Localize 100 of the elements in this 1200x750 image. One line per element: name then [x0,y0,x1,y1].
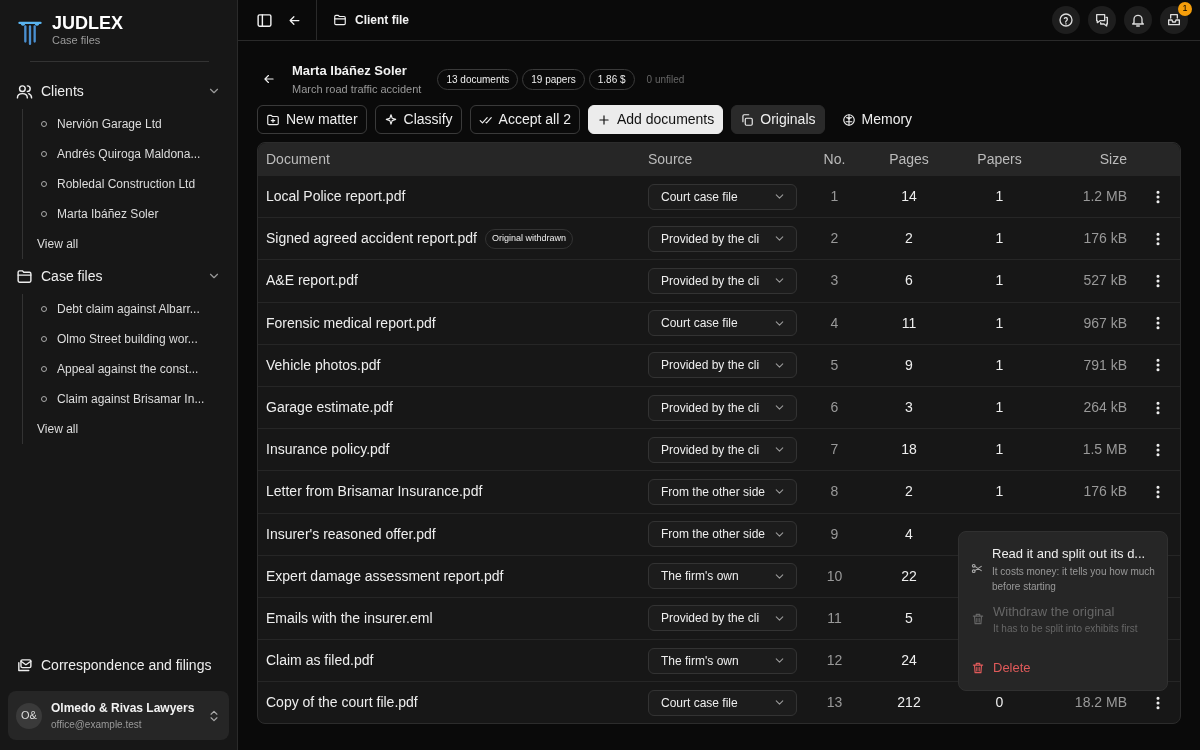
document-name[interactable]: Insurance policy.pdf [266,439,390,461]
document-name[interactable]: Forensic medical report.pdf [266,312,436,334]
table-cell: 22 [864,554,954,597]
chat-icon [1094,12,1110,28]
menu-item[interactable]: Delete [963,654,1163,682]
document-name[interactable]: Copy of the court file.pdf [266,692,418,714]
view-all-link[interactable]: View all [33,228,229,259]
trash-icon [971,611,985,626]
document-name[interactable]: Local Police report.pdf [266,186,406,208]
sidebar-item[interactable]: Marta Ibáñez Soler [33,198,229,229]
source-dropdown[interactable]: Provided by the cli [648,352,797,379]
column-header: Source [640,143,805,175]
sparkle-icon [383,112,398,127]
document-name[interactable]: Letter from Brisamar Insurance.pdf [266,481,483,503]
document-name[interactable]: Insurer's reasoned offer.pdf [266,523,436,545]
document-name[interactable]: Signed agreed accident report.pdf [266,228,477,250]
sidebar-item[interactable]: Nervión Garage Ltd [33,108,229,139]
table-cell: 11 [864,301,954,344]
brand-title: JUDLEX [52,14,123,32]
table-cell: 1 [954,301,1045,344]
source-dropdown[interactable]: Provided by the cli [648,267,797,294]
table-cell: 9 [805,512,864,555]
sidebar-item[interactable]: Olmo Street building wor... [33,323,229,354]
sidebar-item[interactable]: Claim against Brisamar In... [33,383,229,414]
table-cell: 6 [805,385,864,429]
unfiled-count: 0 unfiled [646,72,685,87]
folder-plus-icon [266,112,280,127]
toolbar-button[interactable]: Memory [832,105,922,134]
source-dropdown[interactable]: The firm's own [648,563,797,590]
table-cell: 1 [954,259,1045,302]
help-icon [1058,12,1074,28]
notifications-button[interactable] [1124,6,1152,34]
table-cell: 264 kB [1045,385,1135,429]
inbox-icon [1166,12,1182,28]
menu-item[interactable]: Read it and split out its d... It costs money: it tells you how much before starting [963,540,1163,598]
chat-button[interactable] [1088,6,1116,34]
document-name[interactable]: Emails with the insurer.eml [266,607,433,629]
source-dropdown[interactable]: Provided by the cli [648,605,797,632]
source-dropdown[interactable]: The firm's own [648,647,797,674]
document-name[interactable]: Garage estimate.pdf [266,397,393,419]
source-dropdown[interactable]: Provided by the cli [648,436,797,463]
column-header: Pages [864,143,954,175]
sidebar-toggle-icon[interactable] [256,11,273,29]
notifications-icon [1130,12,1146,28]
table-cell: 4 [805,301,864,344]
section-header[interactable]: Clients [8,73,229,109]
table-cell: 11 [805,596,864,640]
sidebar-link[interactable]: Correspondence and filings [8,648,229,683]
table-cell: 3 [805,259,864,302]
table-cell: 1.2 MB [1045,175,1135,218]
table-cell: 176 kB [1045,217,1135,260]
avatar: O& [16,702,42,729]
sidebar-item[interactable]: Robledal Construction Ltd [33,168,229,199]
matter-subtitle: March road traffic accident [292,81,422,97]
table-cell: 1 [805,175,864,218]
view-all-link[interactable]: View all [33,413,229,444]
menu-item: Withdraw the original It has to be split into exhibits first [963,597,1163,640]
source-dropdown[interactable]: Provided by the cli [648,225,797,252]
back-icon[interactable] [262,72,276,86]
source-dropdown[interactable]: Court case file [648,183,797,210]
toolbar-button[interactable]: Classify [374,105,462,134]
table-cell: 1 [954,175,1045,218]
toolbar-button[interactable]: Add documents [587,105,724,134]
folder-icon [16,267,33,285]
sidebar-item[interactable]: Appeal against the const... [33,353,229,384]
sidebar-item[interactable]: Andrés Quiroga Maldona... [33,138,229,169]
help-button[interactable] [1052,6,1080,34]
column-header: No. [805,143,864,175]
toolbar-button[interactable]: Accept all 2 [469,105,580,134]
notification-badge: 1 [1178,2,1192,16]
brand-subtitle: Case files [52,33,102,48]
table-cell: 5 [805,343,864,386]
sidebar-item[interactable]: Debt claim against Albarr... [33,293,229,324]
column-header: Document [258,143,640,175]
document-name[interactable]: Vehicle photos.pdf [266,354,381,376]
table-cell: 14 [864,175,954,218]
toolbar-button[interactable]: New matter [257,105,367,134]
source-dropdown[interactable]: From the other side [648,478,797,505]
table-cell: 7 [805,428,864,471]
column-header: Size [1045,143,1135,175]
document-name[interactable]: A&E report.pdf [266,270,358,292]
source-dropdown[interactable]: From the other side [648,521,797,548]
mail-icon [16,657,33,674]
account-email: office@example.test [51,718,143,732]
source-dropdown[interactable]: Court case file [648,689,797,716]
table-cell: 1 [954,470,1045,513]
account-switcher[interactable]: O& Olmedo & Rivas Lawyers office@example.test [8,691,229,740]
document-name[interactable]: Claim as filed.pdf [266,650,374,672]
source-dropdown[interactable]: Court case file [648,310,797,337]
folder-icon [333,13,347,27]
table-cell: 1 [954,217,1045,260]
table-cell: 12 [805,639,864,682]
table-cell: 6 [864,259,954,302]
table-cell: 791 kB [1045,343,1135,386]
table-cell: 2 [864,217,954,260]
source-dropdown[interactable]: Provided by the cli [648,394,797,421]
document-name[interactable]: Expert damage assessment report.pdf [266,565,504,587]
toolbar-button[interactable]: Originals [731,105,825,134]
section-header[interactable]: Case files [8,258,229,294]
table-cell: 4 [864,512,954,555]
